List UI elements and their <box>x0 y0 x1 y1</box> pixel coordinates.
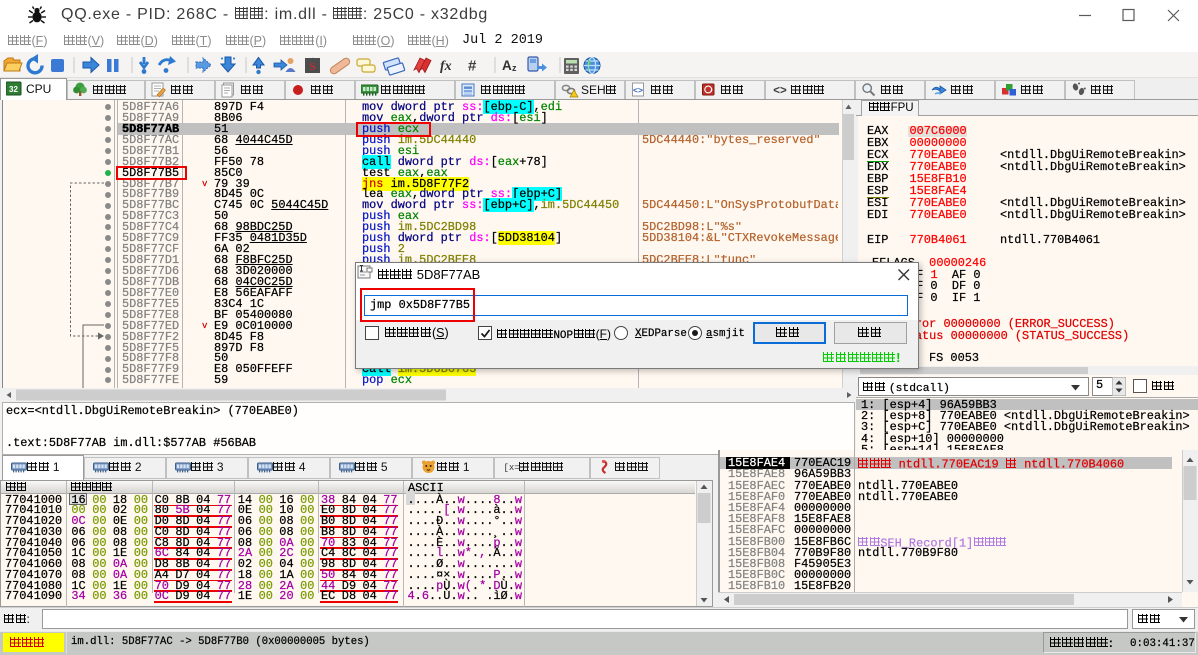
svg-text:32: 32 <box>9 85 18 94</box>
svg-text:#: # <box>468 58 477 75</box>
svg-text:S: S <box>309 61 315 73</box>
svg-text:fx: fx <box>440 59 452 74</box>
svg-text:A: A <box>502 58 512 73</box>
svg-text:z: z <box>512 63 517 73</box>
svg-text:<>: <> <box>773 85 787 97</box>
svg-text:<>: <> <box>633 85 643 95</box>
